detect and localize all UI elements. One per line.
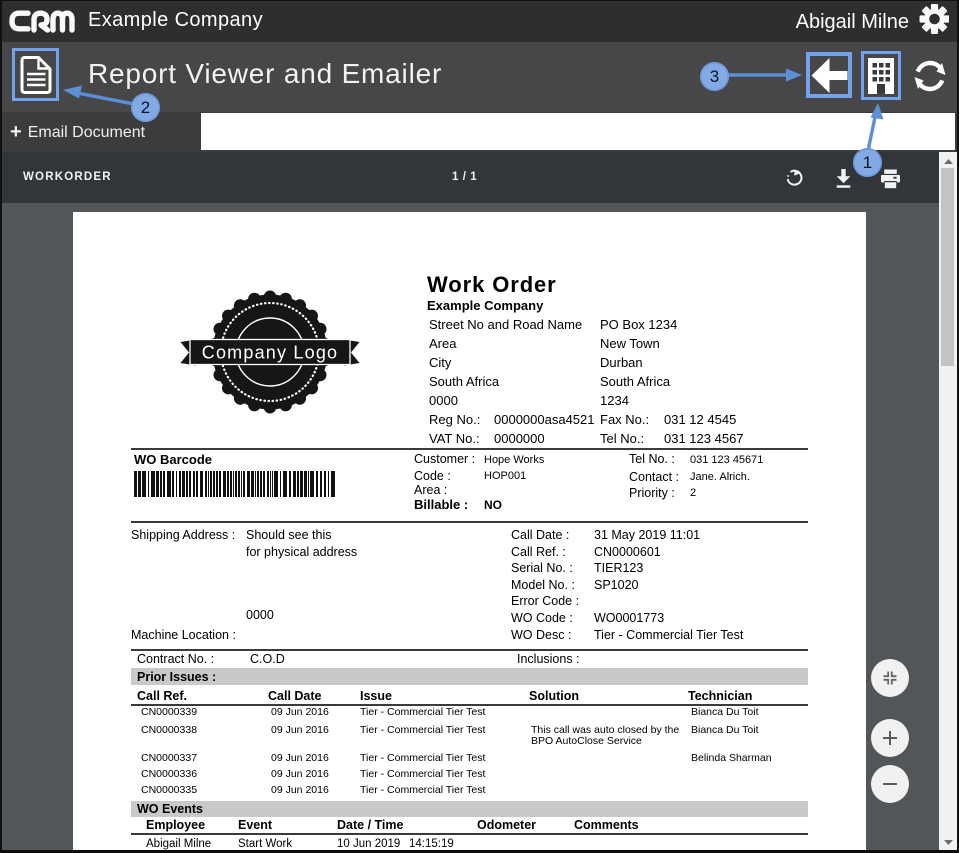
svg-text:Company Logo: Company Logo <box>202 343 338 363</box>
